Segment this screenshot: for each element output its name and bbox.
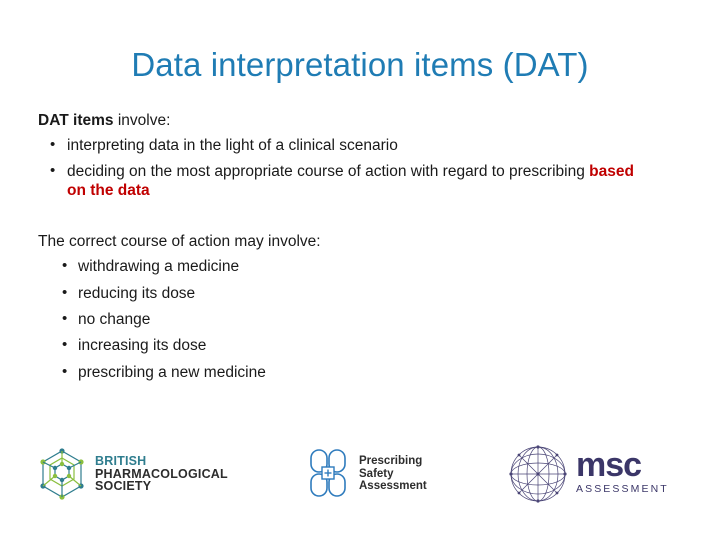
prescribing-safety-assessment-cross-icon xyxy=(310,449,346,497)
list-item-text: withdrawing a medicine xyxy=(78,258,240,276)
lead-2-bold: The correct course of action xyxy=(38,232,231,250)
logo-british-pharmacological-society: BRITISH PHARMACOLOGICAL SOCIETY xyxy=(36,448,228,500)
bps-wordmark: BRITISH PHARMACOLOGICAL SOCIETY xyxy=(95,455,228,493)
list-item-text: increasing its dose xyxy=(78,337,207,355)
lead-2-rest: may involve: xyxy=(230,232,321,250)
list-item: deciding on the most appropriate course … xyxy=(38,162,638,201)
msc-subtitle: ASSESSMENT xyxy=(576,482,669,495)
list-item: interpreting data in the light of a clin… xyxy=(38,136,638,155)
bullet-list-actions: withdrawing a medicine reducing its dose… xyxy=(38,257,638,382)
psa-line-2: Safety xyxy=(359,467,394,480)
list-item: increasing its dose xyxy=(38,336,638,355)
list-item: prescribing a new medicine xyxy=(38,363,638,382)
slide-body: DAT items involve: interpreting data in … xyxy=(38,113,638,389)
logo-row: BRITISH PHARMACOLOGICAL SOCIETY Prescrib… xyxy=(0,430,720,520)
list-item-text: deciding on the most appropriate course … xyxy=(67,162,590,180)
msc-wordmark: msc ASSESSMENT xyxy=(576,444,669,495)
list-item: withdrawing a medicine xyxy=(38,257,638,276)
list-item-text: prescribing a new medicine xyxy=(78,363,266,381)
british-pharmacological-society-hex-icon xyxy=(40,448,84,500)
psa-line-1: Prescribing xyxy=(359,454,423,467)
list-item: reducing its dose xyxy=(38,284,638,303)
list-item: no change xyxy=(38,310,638,329)
psa-line-3: Assessment xyxy=(359,480,427,493)
lead-1-rest: involve: xyxy=(113,112,171,129)
msc-assessment-globe-icon xyxy=(509,445,567,503)
slide: Data interpretation items (DAT) DAT item… xyxy=(0,0,720,540)
page-title: Data interpretation items (DAT) xyxy=(131,46,589,83)
logo-msc-assessment: msc ASSESSMENT xyxy=(508,444,669,504)
msc-word: msc xyxy=(576,446,642,484)
bps-line-1: BRITISH xyxy=(95,453,147,468)
lead-paragraph-1: DAT items involve: xyxy=(38,113,638,129)
list-item-text: reducing its dose xyxy=(78,284,196,302)
lead-1-bold: DAT items xyxy=(38,112,114,129)
list-item-text: no change xyxy=(78,310,151,328)
list-item-text: interpreting data in the light of a clin… xyxy=(67,136,398,154)
bullet-list-involve: interpreting data in the light of a clin… xyxy=(38,136,638,201)
lead-paragraph-2: The correct course of action may involve… xyxy=(38,232,638,250)
bps-line-3: SOCIETY xyxy=(95,479,152,494)
psa-wordmark: Prescribing Safety Assessment xyxy=(359,455,427,494)
logo-prescribing-safety-assessment: Prescribing Safety Assessment xyxy=(305,446,427,502)
